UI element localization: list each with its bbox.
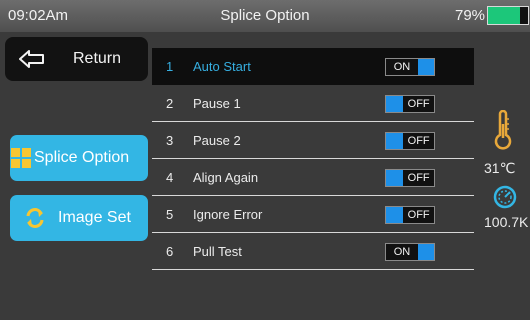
toggle-state: OFF — [403, 96, 434, 112]
page-title: Splice Option — [220, 7, 310, 24]
return-label: Return — [73, 50, 122, 67]
option-row-align-again[interactable]: 4 Align Again OFF — [152, 159, 474, 196]
option-number: 2 — [166, 96, 174, 111]
refresh-icon — [26, 208, 44, 228]
toggle-state: ON — [386, 244, 418, 260]
image-set-button[interactable]: Image Set — [10, 195, 148, 241]
option-row-auto-start[interactable]: 1 Auto Start ON — [152, 48, 474, 85]
image-set-label: Image Set — [58, 209, 131, 226]
option-label: Ignore Error — [193, 207, 263, 222]
splice-option-button[interactable]: Splice Option — [10, 135, 148, 181]
toggle-state: OFF — [403, 170, 434, 186]
thermometer-icon — [494, 110, 512, 150]
battery-icon — [487, 6, 529, 25]
toggle-state: OFF — [403, 133, 434, 149]
arrow-left-icon — [19, 50, 44, 68]
option-label: Pause 2 — [193, 133, 241, 148]
battery-fill — [488, 7, 520, 24]
ignore-error-toggle[interactable]: OFF — [385, 206, 435, 224]
battery-percent: 79% — [455, 7, 486, 24]
option-number: 3 — [166, 133, 174, 148]
auto-start-toggle[interactable]: ON — [385, 58, 435, 76]
option-number: 5 — [166, 207, 174, 222]
option-number: 1 — [166, 59, 174, 74]
return-button[interactable]: Return — [5, 37, 148, 81]
temperature-value: 31℃ — [484, 160, 516, 176]
gauge-icon — [493, 185, 517, 209]
align-again-toggle[interactable]: OFF — [385, 169, 435, 187]
pause-1-toggle[interactable]: OFF — [385, 95, 435, 113]
option-row-pause-2[interactable]: 3 Pause 2 OFF — [152, 122, 474, 159]
option-label: Pull Test — [193, 244, 242, 259]
pause-2-toggle[interactable]: OFF — [385, 132, 435, 150]
toggle-state: OFF — [403, 207, 434, 223]
option-number: 6 — [166, 244, 174, 259]
splice-option-label: Splice Option — [34, 149, 130, 166]
options-list: 1 Auto Start ON 2 Pause 1 OFF 3 Pause 2 … — [152, 48, 474, 270]
toggle-state: ON — [386, 59, 418, 75]
option-label: Pause 1 — [193, 96, 241, 111]
option-number: 4 — [166, 170, 174, 185]
grid-icon — [11, 148, 31, 168]
option-label: Align Again — [193, 170, 259, 185]
pull-test-toggle[interactable]: ON — [385, 243, 435, 261]
option-row-pause-1[interactable]: 2 Pause 1 OFF — [152, 85, 474, 122]
option-row-pull-test[interactable]: 6 Pull Test ON — [152, 233, 474, 270]
status-bar: 09:02Am Splice Option 79% — [0, 0, 530, 32]
pressure-value: 100.7K — [484, 214, 529, 230]
option-row-ignore-error[interactable]: 5 Ignore Error OFF — [152, 196, 474, 233]
option-label: Auto Start — [193, 59, 251, 74]
sidebar: Return Splice Option Image Set — [0, 32, 150, 320]
